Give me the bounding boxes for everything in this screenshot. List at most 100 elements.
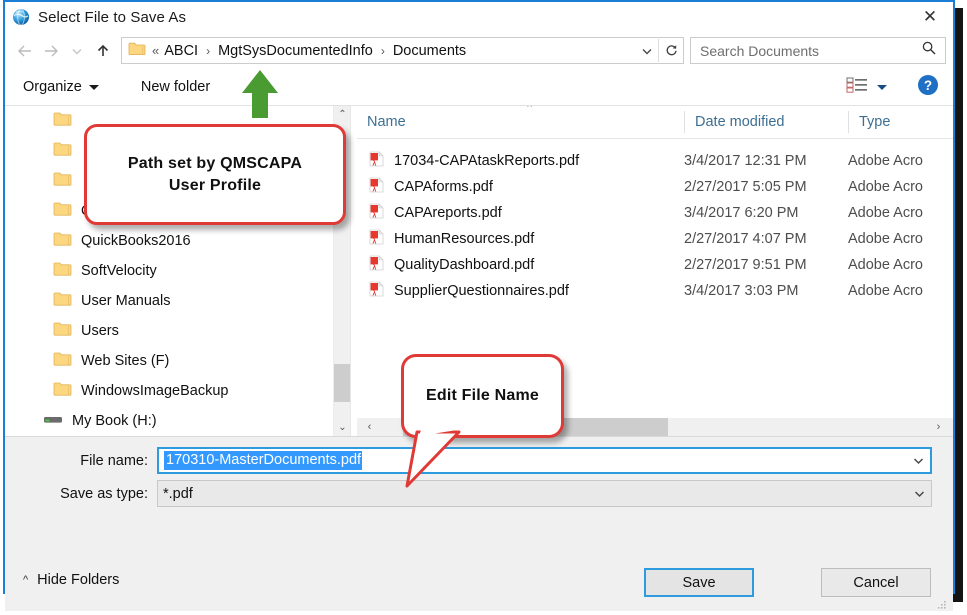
- new-folder-button[interactable]: New folder: [141, 79, 210, 95]
- svg-text:λ: λ: [372, 289, 376, 297]
- close-icon[interactable]: ✕: [907, 2, 953, 31]
- breadcrumb[interactable]: « ABCI › MgtSysDocumentedInfo › Document…: [121, 37, 684, 64]
- tree-item-softvelocity[interactable]: SoftVelocity: [5, 256, 350, 286]
- help-icon[interactable]: ?: [917, 74, 939, 101]
- file-date-cell: 3/4/2017 6:20 PM: [684, 205, 848, 221]
- file-type-cell: Adobe Acro: [848, 179, 953, 195]
- file-date-cell: 2/27/2017 5:05 PM: [684, 179, 848, 195]
- up-arrow-icon[interactable]: [90, 38, 116, 64]
- change-view-icon[interactable]: [846, 76, 868, 99]
- view-chevron-down-icon[interactable]: [877, 85, 887, 90]
- scrollbar-thumb[interactable]: [334, 364, 350, 402]
- scroll-right-icon[interactable]: ›: [930, 418, 947, 436]
- search-box[interactable]: [690, 37, 946, 64]
- save-button[interactable]: Save: [644, 568, 754, 597]
- file-type-cell: Adobe Acro: [848, 153, 953, 169]
- scroll-up-icon[interactable]: ⌃: [334, 106, 350, 123]
- breadcrumb-item-abci[interactable]: ABCI: [162, 43, 200, 59]
- file-type-cell: Adobe Acro: [848, 231, 953, 247]
- file-name-cell: λ QualityDashboard.pdf: [357, 255, 684, 275]
- file-row[interactable]: λ CAPAreports.pdf 3/4/2017 6:20 PM Adobe…: [357, 200, 953, 226]
- folder-icon: [53, 381, 72, 401]
- back-arrow-icon[interactable]: [12, 38, 38, 64]
- scroll-left-icon[interactable]: ‹: [361, 418, 378, 436]
- breadcrumb-overflow[interactable]: «: [150, 43, 162, 58]
- window-title: Select File to Save As: [38, 9, 186, 26]
- resize-grip-icon[interactable]: [937, 597, 947, 607]
- folder-icon: [53, 111, 72, 131]
- breadcrumb-item-documents[interactable]: Documents: [391, 43, 468, 59]
- column-header-name[interactable]: Name ⌃: [357, 111, 684, 133]
- file-row[interactable]: λ QualityDashboard.pdf 2/27/2017 9:51 PM…: [357, 252, 953, 278]
- breadcrumb-separator[interactable]: ›: [200, 44, 216, 58]
- file-name-cell: λ SupplierQuestionnaires.pdf: [357, 281, 684, 301]
- svg-text:λ: λ: [372, 237, 376, 245]
- tree-item-label: SoftVelocity: [81, 263, 157, 279]
- file-type-cell: Adobe Acro: [848, 205, 953, 221]
- tree-item-my-book-h[interactable]: My Book (H:): [5, 406, 350, 436]
- hide-folders-button[interactable]: ^ Hide Folders: [23, 572, 119, 588]
- column-header-name-label: Name: [357, 114, 406, 130]
- tree-item-label: Web Sites (F): [81, 353, 169, 369]
- column-headers: Name ⌃ Date modified Type: [357, 106, 953, 139]
- file-name-cell: λ 17034-CAPAtaskReports.pdf: [357, 151, 684, 171]
- folder-icon: [53, 291, 72, 311]
- sort-ascending-icon: ⌃: [525, 106, 534, 115]
- callout-edit-file-name: Edit File Name: [401, 354, 564, 438]
- file-name-label: File name:: [5, 453, 157, 469]
- file-name-cell: λ HumanResources.pdf: [357, 229, 684, 249]
- callout-path-set-by-qmscapa: Path set by QMSCAPA User Profile: [84, 124, 346, 225]
- pane-splitter[interactable]: [350, 106, 357, 436]
- file-type-cell: Adobe Acro: [848, 283, 953, 299]
- callout-line-1: Path set by QMSCAPA: [128, 153, 302, 175]
- pdf-icon: λ: [369, 229, 384, 249]
- tree-item-windowsimagebackup[interactable]: WindowsImageBackup: [5, 376, 350, 406]
- file-type-cell: Adobe Acro: [848, 257, 953, 273]
- file-name-label: CAPAforms.pdf: [394, 179, 493, 195]
- tree-item-users[interactable]: Users: [5, 316, 350, 346]
- forward-arrow-icon[interactable]: [38, 38, 64, 64]
- search-input[interactable]: [698, 42, 921, 60]
- file-row[interactable]: λ 17034-CAPAtaskReports.pdf 3/4/2017 12:…: [357, 148, 953, 174]
- breadcrumb-item-mgtsysdocumentedinfo[interactable]: MgtSysDocumentedInfo: [216, 43, 375, 59]
- file-name-label: CAPAreports.pdf: [394, 205, 502, 221]
- cancel-button[interactable]: Cancel: [821, 568, 931, 597]
- tree-item-user-manuals[interactable]: User Manuals: [5, 286, 350, 316]
- save-as-type-label: Save as type:: [5, 486, 157, 502]
- file-date-cell: 3/4/2017 12:31 PM: [684, 153, 848, 169]
- pdf-icon: λ: [369, 177, 384, 197]
- column-header-date-modified[interactable]: Date modified: [684, 111, 848, 133]
- file-name-label: QualityDashboard.pdf: [394, 257, 534, 273]
- search-icon[interactable]: [921, 40, 937, 61]
- recent-locations-chevron-down-icon[interactable]: [64, 38, 90, 64]
- save-as-type-chevron-down-icon[interactable]: [907, 481, 931, 506]
- file-date-cell: 3/4/2017 3:03 PM: [684, 283, 848, 299]
- svg-text:λ: λ: [372, 159, 376, 167]
- file-row[interactable]: λ HumanResources.pdf 2/27/2017 4:07 PM A…: [357, 226, 953, 252]
- breadcrumb-trail: « ABCI › MgtSysDocumentedInfo › Document…: [150, 43, 636, 59]
- refresh-icon[interactable]: [658, 39, 683, 62]
- file-row[interactable]: λ CAPAforms.pdf 2/27/2017 5:05 PM Adobe …: [357, 174, 953, 200]
- tree-item-quickbooks2016[interactable]: QuickBooks2016: [5, 226, 350, 256]
- tree-item-label: Users: [81, 323, 119, 339]
- tree-item-web-sites[interactable]: Web Sites (F): [5, 346, 350, 376]
- file-name-cell: λ CAPAforms.pdf: [357, 177, 684, 197]
- column-header-type[interactable]: Type: [848, 111, 953, 133]
- column-header-type-label: Type: [849, 114, 890, 130]
- chevron-down-icon: [89, 85, 99, 90]
- file-name-chevron-down-icon[interactable]: [906, 449, 930, 472]
- callout-line-1: Edit File Name: [426, 387, 539, 405]
- scroll-down-icon[interactable]: ⌄: [334, 419, 350, 436]
- tree-item-label: User Manuals: [81, 293, 170, 309]
- pdf-icon: λ: [369, 151, 384, 171]
- new-folder-label: New folder: [141, 79, 210, 95]
- tree-item-label: QuickBooks2016: [81, 233, 191, 249]
- breadcrumb-separator[interactable]: ›: [375, 44, 391, 58]
- organize-button[interactable]: Organize: [23, 79, 99, 95]
- folder-icon: [53, 201, 72, 221]
- breadcrumb-chevron-down-icon[interactable]: [636, 39, 658, 62]
- file-name-value[interactable]: 170310-MasterDocuments.pdf: [164, 451, 362, 470]
- folder-icon: [53, 261, 72, 281]
- file-row[interactable]: λ SupplierQuestionnaires.pdf 3/4/2017 3:…: [357, 278, 953, 304]
- file-date-cell: 2/27/2017 4:07 PM: [684, 231, 848, 247]
